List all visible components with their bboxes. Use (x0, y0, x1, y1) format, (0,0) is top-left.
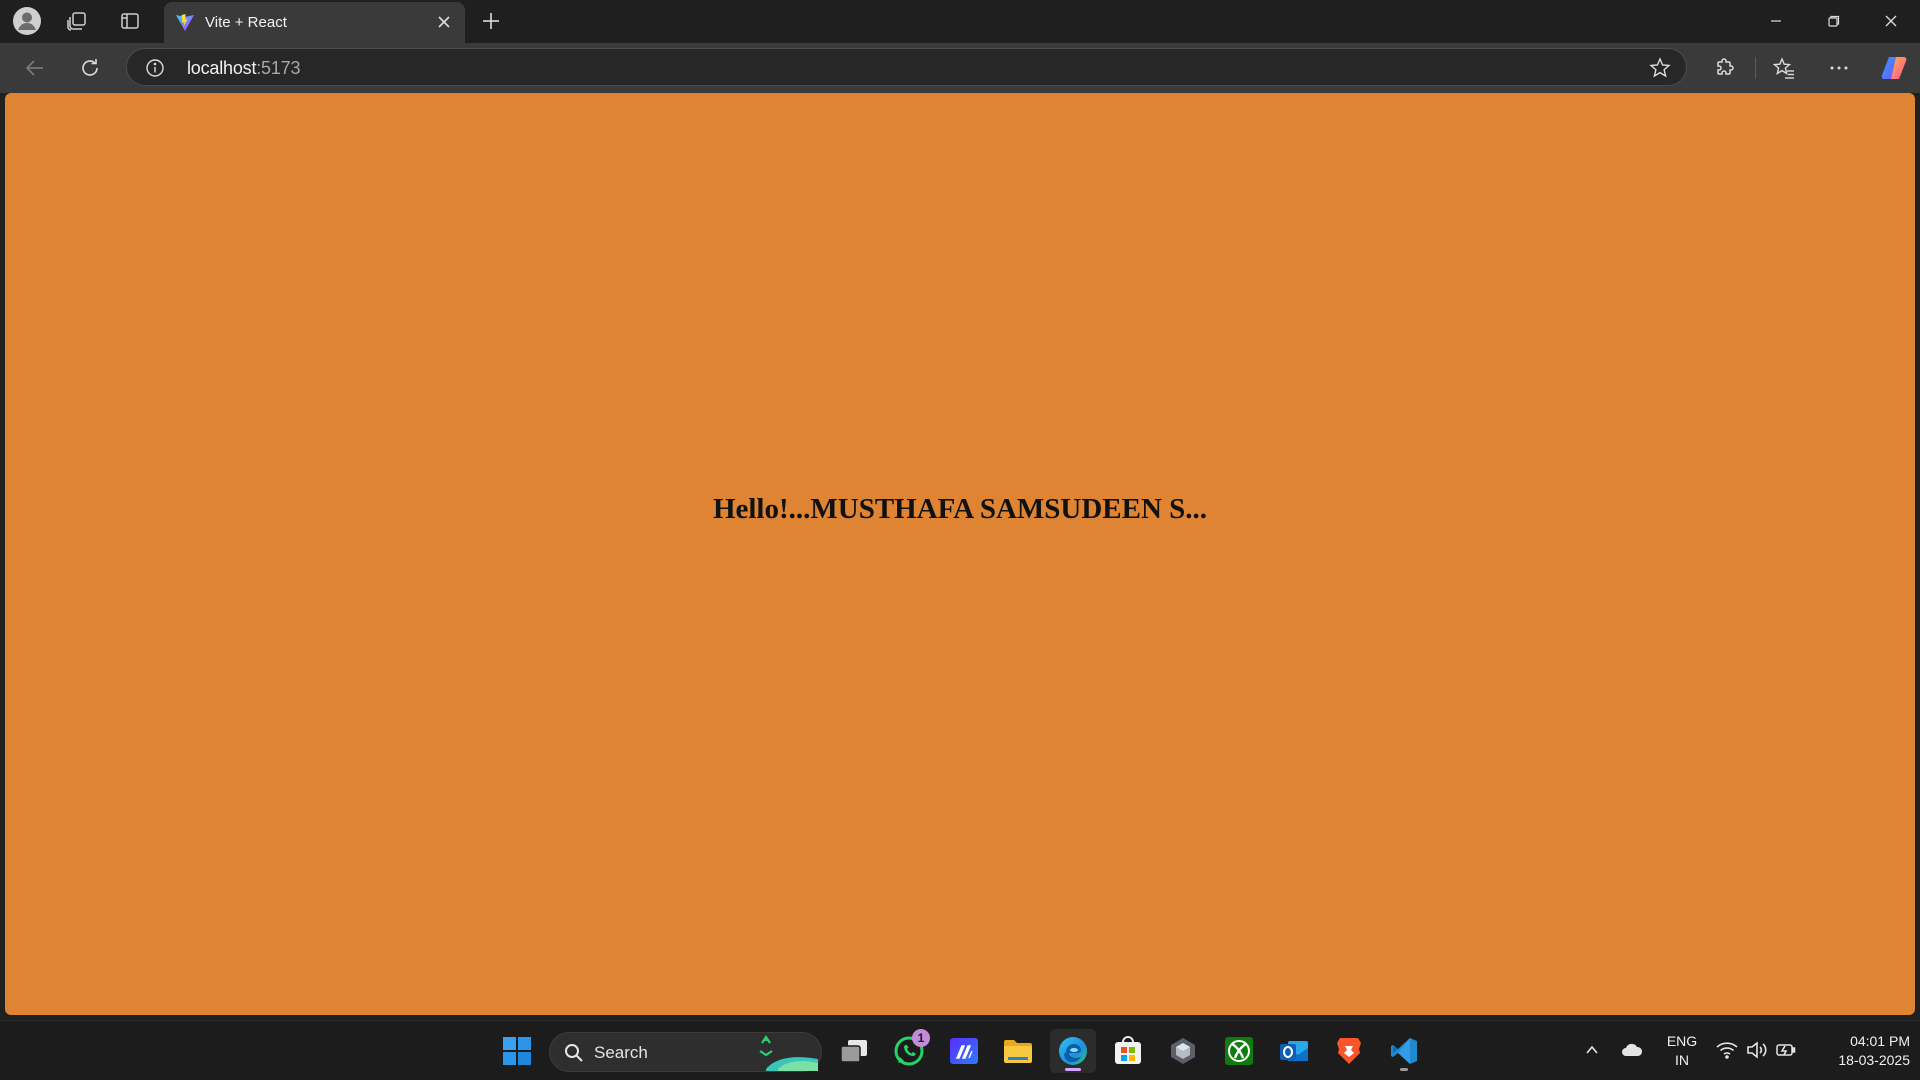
url-host: localhost (187, 58, 257, 78)
close-window-button[interactable] (1862, 0, 1920, 42)
favorite-star-icon[interactable] (1648, 56, 1672, 80)
address-bar[interactable]: localhost:5173 (126, 48, 1687, 86)
refresh-button[interactable] (72, 51, 108, 85)
taskbar-search[interactable]: Search (549, 1032, 822, 1072)
browser-toolbar: localhost:5173 (0, 43, 1920, 93)
copilot-icon[interactable] (1876, 51, 1912, 85)
clock-date: 18-03-2025 (1838, 1052, 1910, 1068)
tab-vite-react[interactable]: Vite + React (164, 2, 465, 43)
search-highlight-icon (756, 1035, 818, 1071)
more-options-icon[interactable] (1821, 51, 1857, 85)
url-port: :5173 (256, 58, 301, 78)
start-icon[interactable] (494, 1029, 540, 1073)
whatsapp-badge: 1 (912, 1029, 930, 1047)
vscode-running-indicator (1400, 1068, 1408, 1071)
title-bar: Vite + React (0, 0, 1920, 43)
store-icon[interactable] (1105, 1029, 1151, 1073)
app-icon[interactable] (1160, 1029, 1206, 1073)
powerapps-icon[interactable] (941, 1029, 987, 1073)
brave-icon[interactable] (1326, 1029, 1372, 1073)
clock-time: 04:01 PM (1850, 1033, 1910, 1049)
vite-logo-icon (174, 11, 196, 33)
edge-icon[interactable] (1050, 1029, 1096, 1073)
task-view-icon[interactable] (831, 1029, 877, 1073)
greeting-heading: Hello!...MUSTHAFA SAMSUDEEN S... (712, 493, 1208, 525)
favorites-icon[interactable] (1766, 51, 1802, 85)
onedrive-cloud-icon[interactable] (1618, 1035, 1646, 1065)
new-tab-button[interactable] (476, 6, 506, 36)
workspaces-icon[interactable] (61, 6, 93, 36)
site-info-icon[interactable] (144, 57, 166, 79)
edge-active-indicator (1065, 1068, 1081, 1071)
restore-button[interactable] (1805, 0, 1863, 42)
minimize-button[interactable] (1747, 0, 1805, 42)
back-button[interactable] (17, 51, 53, 85)
language-code: ENG (1666, 1033, 1698, 1049)
wifi-icon[interactable] (1713, 1035, 1741, 1065)
vertical-tabs-icon[interactable] (114, 6, 146, 36)
page-viewport: Hello!...MUSTHAFA SAMSUDEEN S... (5, 93, 1915, 1015)
taskbar: Search 1 ENG IN 04:01 PM 18-03-2025 (0, 1020, 1920, 1080)
taskbar-clock[interactable]: 04:01 PM 18-03-2025 (1810, 1032, 1910, 1070)
url-text[interactable]: localhost:5173 (187, 58, 300, 79)
xbox-icon[interactable] (1216, 1029, 1262, 1073)
tab-title: Vite + React (205, 14, 287, 31)
file-explorer-icon[interactable] (995, 1029, 1041, 1073)
language-region: IN (1675, 1052, 1689, 1068)
extensions-icon[interactable] (1707, 51, 1743, 85)
battery-charging-icon[interactable] (1772, 1035, 1800, 1065)
profile-icon[interactable] (11, 6, 43, 36)
language-indicator[interactable]: ENG IN (1658, 1032, 1706, 1070)
search-icon (563, 1042, 585, 1064)
show-hidden-icons-chevron-icon[interactable] (1578, 1035, 1606, 1065)
outlook-icon[interactable] (1271, 1029, 1317, 1073)
vscode-icon[interactable] (1381, 1029, 1427, 1073)
search-label: Search (594, 1043, 648, 1062)
tab-close-icon[interactable] (433, 11, 455, 33)
toolbar-divider (1755, 57, 1756, 79)
volume-icon[interactable] (1743, 1035, 1771, 1065)
whatsapp-icon[interactable]: 1 (886, 1029, 932, 1073)
